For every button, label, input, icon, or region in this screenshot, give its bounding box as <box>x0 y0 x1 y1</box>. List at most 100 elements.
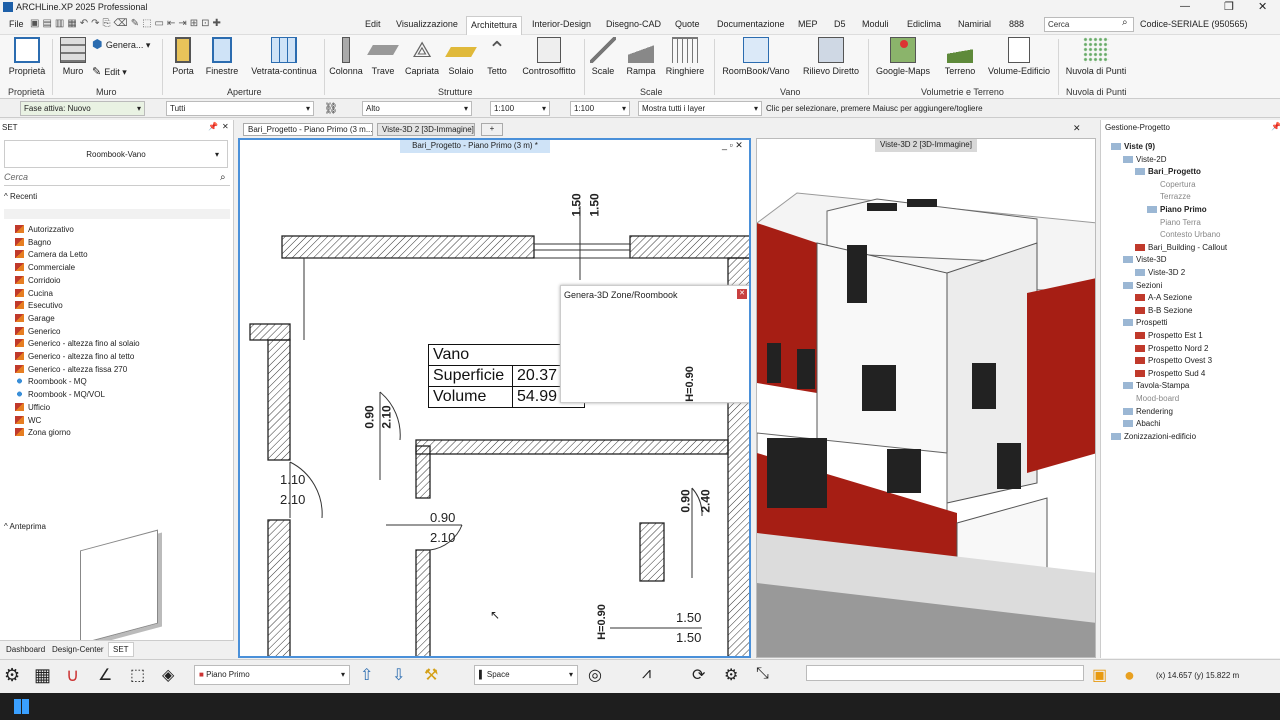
set-item[interactable]: Garage <box>15 313 55 323</box>
ringhiere-button[interactable]: Ringhiere <box>664 37 706 76</box>
set-item[interactable]: Zona giorno <box>15 428 71 437</box>
tree-item[interactable]: Prospetto Ovest 3 <box>1135 356 1212 365</box>
tree-item[interactable]: Viste-3D 2 <box>1135 268 1185 277</box>
finestre-button[interactable]: Finestre <box>203 37 241 76</box>
floor-select[interactable]: ■ Piano Primo ▾ <box>194 665 350 685</box>
set-select[interactable]: Roombook-Vano ▾ <box>4 140 228 168</box>
light-icon[interactable]: ● <box>1124 665 1148 689</box>
menu-ediclima[interactable]: Ediclima <box>907 19 941 29</box>
tree-item[interactable]: A-A Sezione <box>1135 293 1192 302</box>
colonna-button[interactable]: Colonna <box>328 37 364 76</box>
tetto-button[interactable]: ⌃ Tetto <box>482 37 512 76</box>
rilievo-diretto-button[interactable]: Rilievo Diretto <box>800 37 862 76</box>
windows-start-icon[interactable] <box>14 699 29 714</box>
tab-plan[interactable]: Bari_Progetto - Piano Primo (3 m... <box>243 123 373 136</box>
tree-item[interactable]: Abachi <box>1123 419 1160 428</box>
quick-access-toolbar[interactable]: ▣▤▥▦↶↷⎘⌫✎⬚▭⇤⇥⊞⊡✚ <box>30 18 350 32</box>
volume-edificio-button[interactable]: Volume-Edificio <box>986 37 1052 76</box>
rampa-button[interactable]: Rampa <box>624 37 658 76</box>
dialog-close-icon[interactable]: ✕ <box>737 289 747 299</box>
tree-item[interactable]: Contesto Urbano <box>1147 230 1220 239</box>
menu-interior-design[interactable]: Interior-Design <box>532 19 591 29</box>
tree-item[interactable]: Copertura <box>1147 180 1196 189</box>
set-item[interactable]: Bagno <box>15 237 51 247</box>
set-item[interactable]: Roombook - MQ <box>15 377 87 386</box>
level-select[interactable]: Alto ▾ <box>362 101 472 116</box>
set-item[interactable]: Esecutivo <box>15 301 63 310</box>
set-item[interactable]: WC <box>15 415 41 425</box>
set-item[interactable]: Cucina <box>15 288 53 298</box>
menu-888[interactable]: 888 <box>1009 19 1024 29</box>
tab-3d[interactable]: Viste-3D 2 [3D-Immagine] <box>377 123 475 136</box>
snap-magnet-icon[interactable]: ∪ <box>66 665 90 689</box>
menu-file[interactable]: File <box>9 19 24 29</box>
3d-view[interactable]: Viste-3D 2 [3D-Immagine] <box>756 138 1096 658</box>
plan-view[interactable]: Bari_Progetto - Piano Primo (3 m) * _ ▫ … <box>238 138 751 658</box>
edit-button[interactable]: ✎ Edit ▾ <box>92 65 152 78</box>
close-icon[interactable]: ✕ <box>1258 0 1267 13</box>
preview-header[interactable]: ^ Anteprima <box>4 522 46 531</box>
set-item[interactable]: Generico - altezza fino al solaio <box>15 339 140 348</box>
pin-icon[interactable]: 📌 <box>1271 122 1280 131</box>
search-input[interactable]: Cerca <box>1044 17 1134 32</box>
roombook-vano-button[interactable]: RoomBook/Vano <box>720 37 792 76</box>
menu-quote[interactable]: Quote <box>675 19 700 29</box>
measure-icon[interactable]: ⤡ <box>756 665 780 689</box>
tree-item[interactable]: Prospetto Sud 4 <box>1135 369 1205 378</box>
tree-item[interactable]: Sezioni <box>1123 281 1162 290</box>
vetrata-continua-button[interactable]: Vetrata-continua <box>250 37 318 76</box>
tree-item[interactable]: Bari_Building - Callout <box>1135 243 1227 252</box>
muro-button[interactable]: Muro <box>58 37 88 76</box>
scale-select-1[interactable]: 1:100 ▾ <box>490 101 550 116</box>
set-search-input[interactable]: Cerca <box>4 172 230 186</box>
pin-icon[interactable]: 📌 <box>208 122 218 131</box>
set-item[interactable]: Camera da Letto <box>15 250 88 259</box>
controsoffitto-button[interactable]: Controsoffitto <box>518 37 580 76</box>
panel-close-icon[interactable]: ✕ <box>222 122 229 131</box>
proprieta-button[interactable]: Proprietà <box>8 37 46 76</box>
set-search-icon[interactable]: ⌕ <box>220 172 226 183</box>
tree-item[interactable]: Prospetti <box>1123 318 1168 327</box>
menu-moduli[interactable]: Moduli <box>862 19 889 29</box>
tree-item[interactable]: Tavola-Stampa <box>1123 381 1189 390</box>
tree-item[interactable]: Viste-3D <box>1123 255 1167 264</box>
set-item[interactable]: Commerciale <box>15 263 75 272</box>
tree-item[interactable]: Viste-2D <box>1123 155 1167 164</box>
set-item[interactable]: Roombook - MQ/VOL <box>15 390 105 399</box>
tree-item[interactable]: Piano Terra <box>1147 218 1201 227</box>
genera-3d-dialog[interactable]: Genera-3D Zone/Roombook ✕ <box>560 285 749 403</box>
tree-item[interactable]: Piano Primo <box>1147 205 1207 214</box>
grid-icon[interactable]: ▦ <box>34 665 58 689</box>
tree-item[interactable]: Prospetto Est 1 <box>1135 331 1203 340</box>
solaio-button[interactable]: Solaio <box>445 37 477 76</box>
set-item[interactable]: Autorizzativo <box>15 225 74 234</box>
orbit-icon[interactable]: ⟳ <box>692 665 716 689</box>
link-icon[interactable]: ⛓ <box>324 102 338 115</box>
set-item[interactable]: Corridoio <box>15 275 60 285</box>
floor-down-icon[interactable]: ⇩ <box>392 665 416 689</box>
menu-d5[interactable]: D5 <box>834 19 846 29</box>
sun-icon[interactable]: ▣ <box>1092 665 1116 689</box>
terreno-button[interactable]: Terreno <box>940 37 980 76</box>
google-maps-button[interactable]: Google-Maps <box>872 37 934 76</box>
set-item[interactable]: Ufficio <box>15 402 50 412</box>
tree-item[interactable]: Rendering <box>1123 407 1173 416</box>
floor-up-icon[interactable]: ⇧ <box>360 665 384 689</box>
phase-select[interactable]: Fase attiva: Nuovo ▾ <box>20 101 145 116</box>
layers-visibility-select[interactable]: Mostra tutti i layer ▾ <box>638 101 762 116</box>
layer-select[interactable]: Tutti ▾ <box>166 101 314 116</box>
tree-item[interactable]: Terrazze <box>1147 192 1191 201</box>
settings-gear-icon[interactable]: ⚙ <box>4 665 28 689</box>
maximize-icon[interactable]: ❐ <box>1224 0 1234 13</box>
tree-item[interactable]: Zonizzazioni-edificio <box>1111 432 1196 441</box>
menu-namirial[interactable]: Namirial <box>958 19 991 29</box>
tree-item[interactable]: Viste (9) <box>1111 142 1155 151</box>
menu-visualizzazione[interactable]: Visualizzazione <box>396 19 458 29</box>
tree-item[interactable]: Prospetto Nord 2 <box>1135 344 1208 353</box>
menu-mep[interactable]: MEP <box>798 19 818 29</box>
tree-item[interactable]: Mood-board <box>1123 394 1179 403</box>
set-item[interactable]: Generico <box>15 326 60 336</box>
minimize-icon[interactable]: — <box>1180 1 1190 12</box>
set-item[interactable]: Generico - altezza fino al tetto <box>15 352 134 361</box>
menu-architettura[interactable]: Architettura <box>466 16 523 35</box>
